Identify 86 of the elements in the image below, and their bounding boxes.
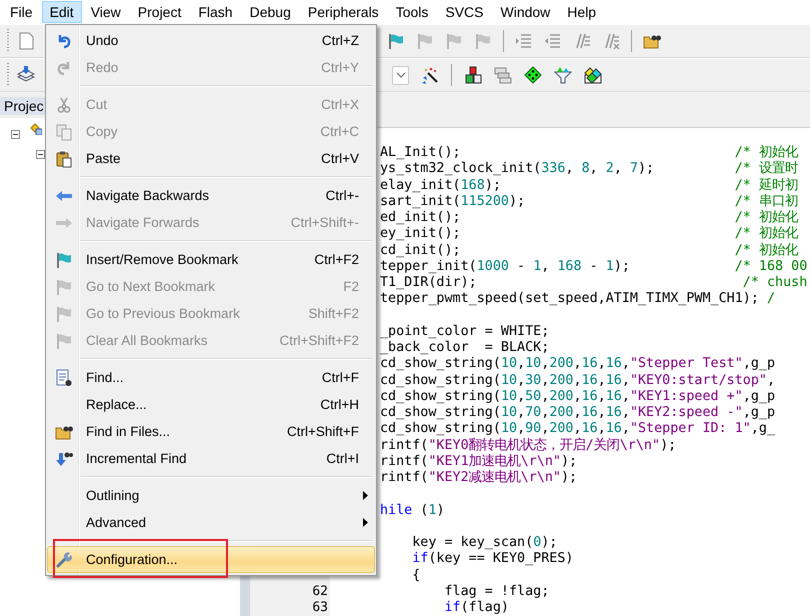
code-line: hile (1): [380, 502, 444, 518]
code-comment: /* 延时初: [734, 178, 798, 194]
scissors-icon: [55, 96, 73, 114]
menu-item[interactable]: Outlining: [47, 482, 375, 509]
clipboard-icon: [55, 150, 73, 168]
code-comment: /* 初始化: [734, 210, 798, 226]
menu-bar-item[interactable]: File: [2, 1, 41, 23]
copy-icon: [55, 122, 73, 140]
menu-bar-item[interactable]: Project: [130, 1, 190, 23]
code-line: _back_color = BLACK;: [380, 340, 550, 355]
windows-icon[interactable]: [494, 66, 512, 84]
code-line: ey_init();: [380, 226, 461, 242]
menu-bar-item[interactable]: SVCS: [437, 1, 492, 23]
menu-item[interactable]: Configuration...: [47, 546, 375, 573]
code-line: key = key_scan(0);: [411, 535, 558, 550]
code-comment: /* 初始化: [734, 145, 798, 161]
diamond-icon[interactable]: [524, 66, 542, 84]
code-line: elay_init(168);: [380, 178, 501, 192]
flag-icon: [55, 278, 73, 296]
flag-icon: [55, 250, 73, 268]
menu-bar-item[interactable]: Help: [559, 1, 604, 23]
code-comment: /* chush: [742, 275, 808, 292]
code-line: cd_show_string(10,90,200,16,16,"Stepper ID: 1",g_: [380, 421, 776, 436]
menu-bar-item[interactable]: Debug: [242, 1, 299, 23]
new-file-icon[interactable]: [17, 32, 35, 50]
code-comment: /* 168 00: [734, 258, 808, 275]
menu-bar-item[interactable]: Flash: [190, 1, 241, 23]
funnel-icon[interactable]: [554, 66, 572, 84]
submenu-arrow-icon: [363, 491, 368, 500]
code-comment: /* 串口初: [734, 194, 798, 210]
line-number: 63: [312, 600, 328, 615]
flag-icon[interactable]: [387, 32, 405, 50]
layers-icon[interactable]: [17, 66, 35, 84]
menu-item[interactable]: Paste Ctrl+V: [47, 145, 375, 172]
menu-bar-item[interactable]: Edit: [42, 1, 82, 23]
code-comment: /* 设置时: [734, 161, 798, 178]
code-line: T1_DIR(dir);: [380, 275, 477, 290]
arrow-binoculars-icon: [55, 450, 73, 468]
magic-wand-icon[interactable]: [421, 66, 439, 84]
code-line: cd_show_string(10,50,200,16,16,"KEY1:speed +",g_p: [380, 388, 776, 404]
project-icon: [30, 123, 42, 135]
menu-bar-item[interactable]: View: [82, 1, 129, 23]
flag-icon: [55, 332, 73, 350]
document-search-icon: [55, 368, 73, 386]
menu-item[interactable]: Undo Ctrl+Z: [47, 27, 375, 54]
wrench-icon: [55, 550, 73, 568]
blocks-icon[interactable]: [464, 66, 482, 84]
line-number: 62: [312, 584, 328, 599]
code-line: cd_show_string(10,70,200,16,16,"KEY2:speed -",g_p: [380, 405, 776, 420]
collapse-icon[interactable]: [11, 130, 20, 139]
menu-bar-item[interactable]: Window: [492, 1, 558, 23]
menu-bar-item[interactable]: Peripherals: [300, 1, 387, 23]
code-comment: /* 初始化: [734, 226, 798, 242]
code-line: rintf("KEY0翻转电机状态，开启/关闭\r\n");: [380, 438, 676, 452]
code-line: if(key == KEY0_PRES): [411, 551, 574, 566]
submenu-arrow-icon: [363, 518, 368, 527]
menu-bar-item[interactable]: Tools: [388, 1, 436, 23]
menu-item[interactable]: Find in Files... Ctrl+Shift+F: [47, 418, 375, 445]
code-line: flag = !flag;: [443, 584, 550, 599]
code-line: cd_init();: [380, 242, 461, 258]
code-line: _point_color = WHITE;: [380, 324, 550, 339]
flag-icon: [55, 304, 73, 322]
code-line: tepper_init(1000 - 1, 168 - 1);: [380, 258, 630, 274]
dropdown-button[interactable]: [392, 66, 409, 84]
code-comment: /* 初始化: [734, 242, 798, 259]
code-line: cd_show_string(10,30,200,16,16,"KEY0:start/stop",: [380, 372, 776, 388]
code-line: cd_show_string(10,10,200,16,16,"Stepper Test",g_p: [380, 356, 776, 372]
menu-item[interactable]: Navigate Backwards Ctrl+-: [47, 182, 375, 209]
code-line: ys_stm32_clock_init(336, 8, 2, 7);: [380, 161, 654, 176]
code-line: {: [411, 568, 420, 582]
code-line: rintf("KEY2减速电机\r\n");: [380, 470, 578, 485]
code-line: rintf("KEY1加速电机\r\n");: [380, 454, 578, 469]
menu-item[interactable]: Advanced: [47, 509, 375, 536]
code-line: AL_Init();: [380, 145, 461, 160]
collapse-icon[interactable]: [36, 150, 45, 159]
chevron-down-icon: [396, 72, 406, 78]
menu-item[interactable]: Find... Ctrl+F: [47, 364, 375, 391]
code-line: tepper_pwmt_speed(set_speed,ATIM_TIMX_PWM_CH1); /: [380, 291, 776, 306]
code-line: ed_init();: [380, 210, 461, 225]
panel-tab[interactable]: Projec: [0, 97, 48, 115]
code-line: if(flag): [443, 600, 509, 615]
menu-item[interactable]: Replace... Ctrl+H: [47, 391, 375, 418]
menu-item[interactable]: Insert/Remove Bookmark Ctrl+F2: [47, 246, 375, 273]
diamonds-icon[interactable]: [584, 66, 602, 84]
menu-item[interactable]: Incremental Find Ctrl+I: [47, 445, 375, 472]
code-line: sart_init(115200);: [380, 194, 526, 209]
